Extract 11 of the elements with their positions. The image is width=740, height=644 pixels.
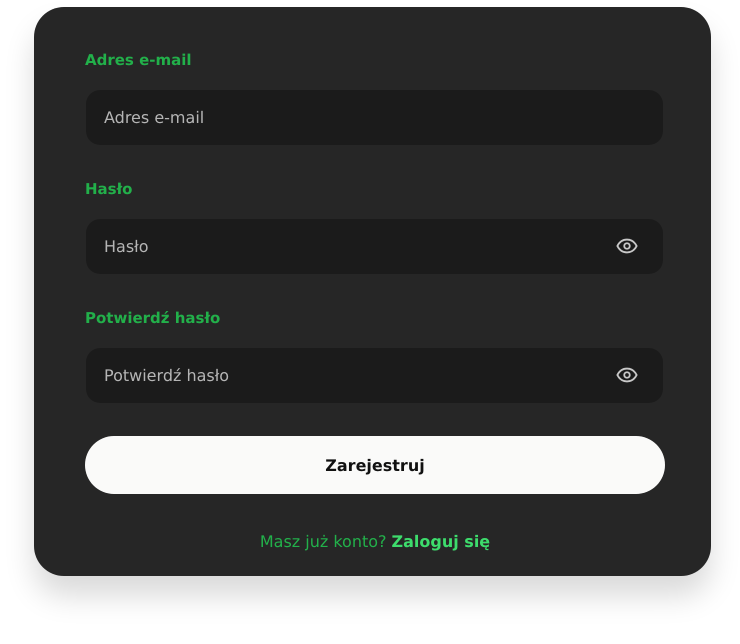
input-field[interactable]: Hasło xyxy=(86,219,663,274)
register-button[interactable]: Zarejestruj xyxy=(85,436,665,494)
login-link[interactable]: Zaloguj się xyxy=(392,532,490,551)
input-field[interactable]: Potwierdź hasło xyxy=(86,348,663,403)
field-label: Adres e-mail xyxy=(85,50,192,71)
field-label: Potwierdź hasło xyxy=(85,308,220,329)
input-field[interactable]: Adres e-mail xyxy=(86,90,663,145)
eye-icon[interactable] xyxy=(616,238,638,254)
eye-icon[interactable] xyxy=(616,367,638,383)
login-prompt: Masz już konto? xyxy=(260,532,387,551)
field-label: Hasło xyxy=(85,179,132,200)
